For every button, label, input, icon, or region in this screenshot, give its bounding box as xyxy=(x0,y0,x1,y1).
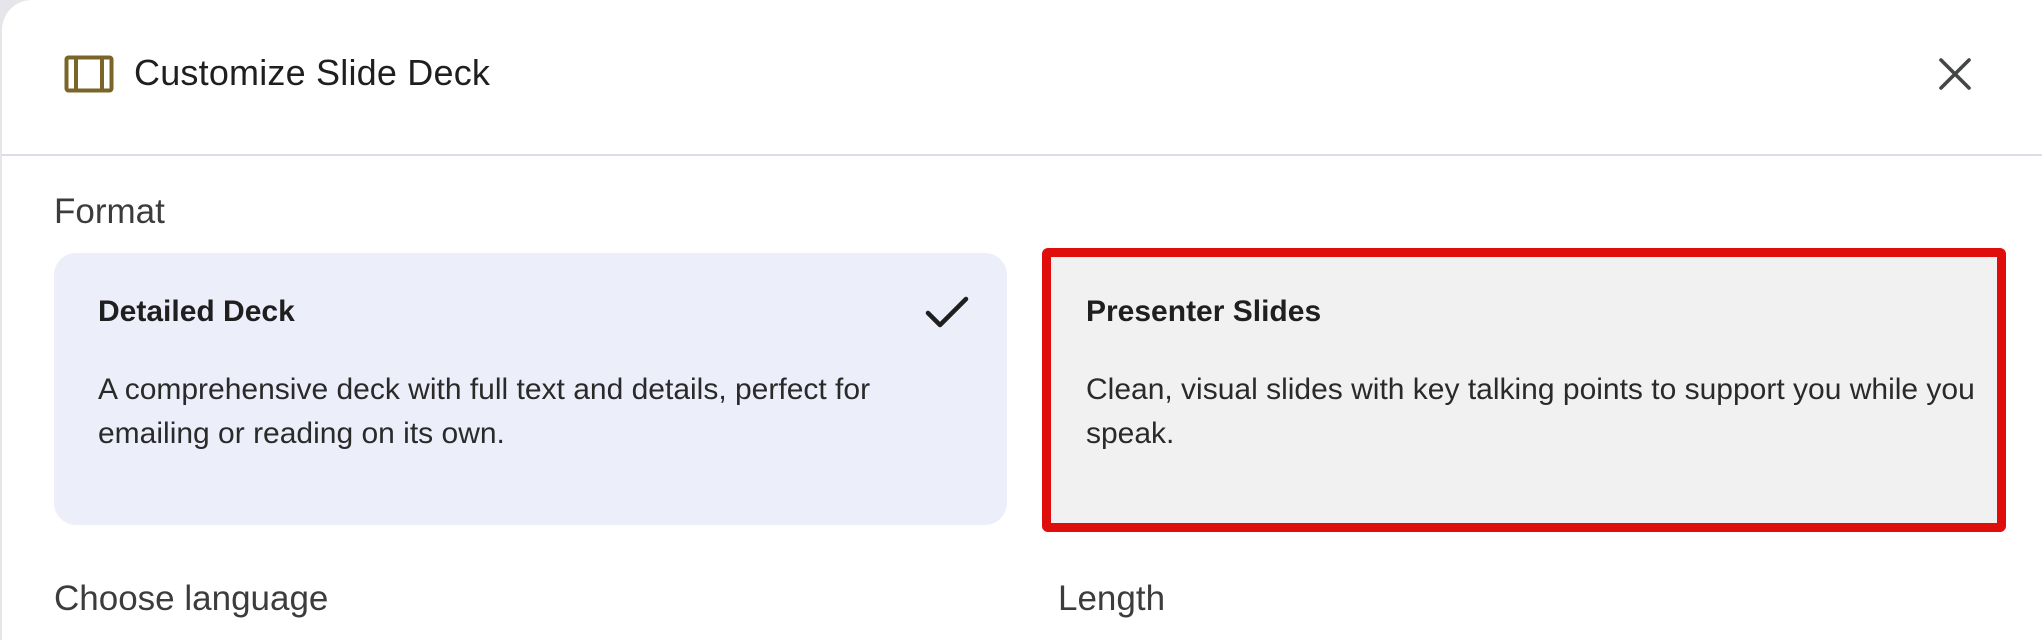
customize-slide-deck-dialog: Customize Slide Deck Format Detailed Dec… xyxy=(2,0,2042,640)
length-label: Length xyxy=(1058,579,1166,618)
format-option-detailed-deck[interactable]: Detailed Deck A comprehensive deck with … xyxy=(54,253,1007,525)
option-description: Clean, visual slides with key talking po… xyxy=(1086,373,1975,450)
option-title: Detailed Deck xyxy=(98,295,295,328)
close-button[interactable] xyxy=(1927,48,1983,104)
option-description: A comprehensive deck with full text and … xyxy=(98,373,871,450)
option-title: Presenter Slides xyxy=(1086,295,1322,328)
choose-language-label: Choose language xyxy=(54,579,329,618)
slides-icon xyxy=(64,55,114,93)
format-label: Format xyxy=(54,192,165,231)
format-option-presenter-slides[interactable]: Presenter Slides Clean, visual slides wi… xyxy=(1042,248,2006,532)
check-icon xyxy=(924,293,970,333)
dialog-header: Customize Slide Deck xyxy=(2,0,2042,156)
dialog-title: Customize Slide Deck xyxy=(134,52,491,93)
close-icon xyxy=(1938,57,1972,96)
